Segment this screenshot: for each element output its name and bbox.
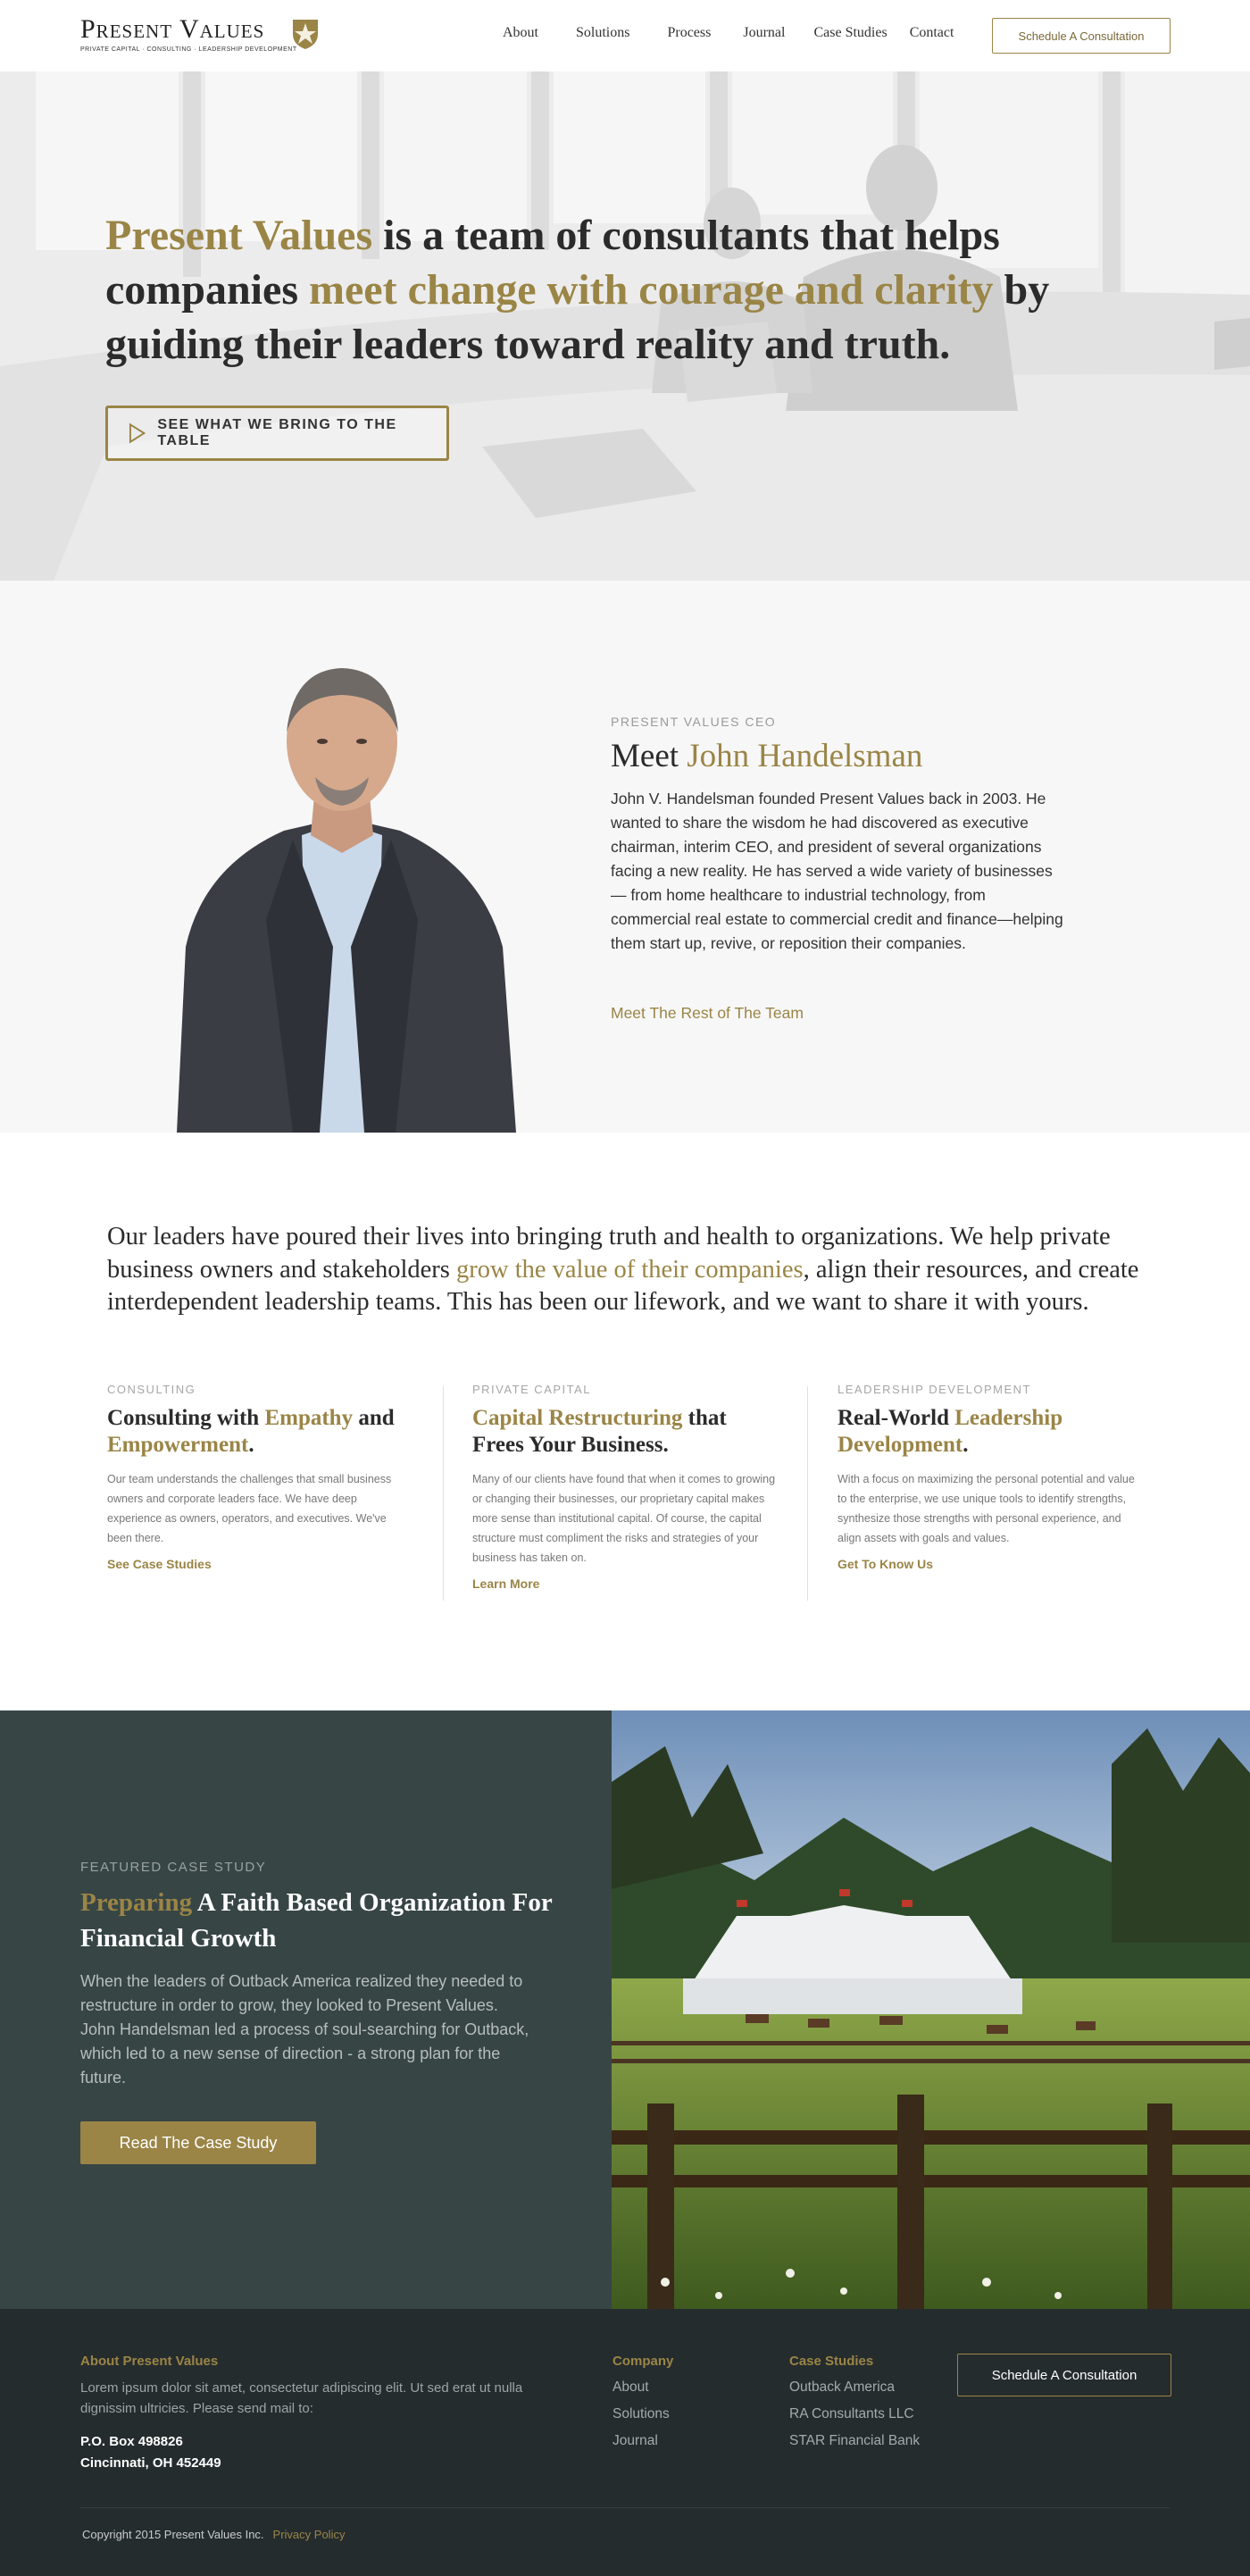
- ceo-title: Meet John Handelsman: [611, 737, 922, 775]
- main-nav: About Solutions Process Journal Case Stu…: [500, 25, 954, 41]
- footer-link-journal[interactable]: Journal: [612, 2433, 673, 2449]
- footer-address: P.O. Box 498826 Cincinnati, OH 452449: [80, 2431, 527, 2474]
- hero-headline: Present Values is a team of consultants …: [105, 208, 1132, 372]
- service-title-text: .: [962, 1433, 969, 1457]
- ceo-bio: John V. Handelsman founded Present Value…: [611, 790, 1063, 952]
- footer-link-outback-america[interactable]: Outback America: [789, 2379, 920, 2396]
- footer-company: Company About Solutions Journal: [612, 2354, 673, 2449]
- service-eyebrow: PRIVATE CAPITAL: [472, 1383, 592, 1396]
- case-study-body: When the leaders of Outback America real…: [80, 1972, 529, 2087]
- learn-more-link[interactable]: Learn More: [472, 1577, 776, 1591]
- service-eyebrow: LEADERSHIP DEVELOPMENT: [838, 1383, 1031, 1396]
- nav-contact[interactable]: Contact: [910, 25, 954, 41]
- footer-cases-heading: Case Studies: [789, 2354, 874, 2369]
- ceo-eyebrow: PRESENT VALUES CEO: [611, 715, 777, 729]
- ceo-name: John Handelsman: [687, 738, 923, 774]
- logo-tagline: PRIVATE CAPITAL · CONSULTING · LEADERSHI…: [80, 46, 297, 53]
- hero-section: Present Values is a team of consultants …: [0, 71, 1250, 581]
- ceo-portrait-image: [177, 668, 516, 1133]
- mission-section: Our leaders have poured their lives into…: [0, 1133, 1250, 1710]
- footer-address-line1: P.O. Box 498826: [80, 2434, 183, 2449]
- site-footer: About Present Values Lorem ipsum dolor s…: [0, 2309, 1250, 2576]
- footer-schedule-consultation-button[interactable]: Schedule A Consultation: [957, 2354, 1171, 2396]
- column-divider: [807, 1386, 808, 1601]
- service-title-highlight: Empowerment: [107, 1433, 249, 1457]
- footer-divider: [80, 2507, 1170, 2508]
- mission-intro-highlight: grow the value of their companies: [456, 1255, 804, 1284]
- ceo-title-prefix: Meet: [611, 738, 688, 774]
- nav-journal[interactable]: Journal: [743, 25, 785, 41]
- hero-brand-highlight: Present Values: [105, 212, 373, 259]
- case-study-eyebrow: FEATURED CASE STUDY: [80, 1860, 267, 1875]
- copyright-text: Copyright 2015 Present Values Inc.: [82, 2528, 264, 2541]
- service-title-highlight: Capital Restructuring: [472, 1406, 683, 1430]
- nav-about[interactable]: About: [503, 25, 538, 41]
- footer-link-star-financial[interactable]: STAR Financial Bank: [789, 2433, 920, 2449]
- service-column-private-capital: PRIVATE CAPITAL Capital Restructuring th…: [472, 1383, 776, 1591]
- footer-copyright-bar: Copyright 2015 Present Values Inc. Privac…: [82, 2528, 345, 2541]
- service-title-text: and: [353, 1406, 395, 1430]
- service-title-text: .: [248, 1433, 254, 1457]
- footer-link-about[interactable]: About: [612, 2379, 673, 2396]
- footer-about-text: Lorem ipsum dolor sit amet, consectetur …: [80, 2380, 523, 2416]
- see-case-studies-link[interactable]: See Case Studies: [107, 1557, 411, 1571]
- footer-link-solutions[interactable]: Solutions: [612, 2406, 673, 2422]
- see-what-we-bring-button[interactable]: SEE WHAT WE BRING TO THE TABLE: [105, 406, 449, 461]
- service-eyebrow: CONSULTING: [107, 1383, 196, 1396]
- nav-process[interactable]: Process: [667, 25, 711, 41]
- see-what-we-bring-label: SEE WHAT WE BRING TO THE TABLE: [157, 417, 397, 448]
- service-body: Our team understands the challenges that…: [107, 1473, 392, 1544]
- service-column-leadership: LEADERSHIP DEVELOPMENT Real-World Leader…: [838, 1383, 1141, 1571]
- mission-intro: Our leaders have poured their lives into…: [107, 1221, 1152, 1319]
- service-title-text: Real-World: [838, 1406, 955, 1430]
- footer-about: About Present Values Lorem ipsum dolor s…: [80, 2354, 527, 2474]
- schedule-consultation-button[interactable]: Schedule A Consultation: [992, 18, 1171, 54]
- play-icon: [129, 422, 146, 444]
- logo-name: Present Values: [80, 14, 265, 44]
- tent-field-photo: [612, 1710, 1250, 2309]
- star-shield-icon: [293, 20, 318, 49]
- service-title-text: Consulting with: [107, 1406, 265, 1430]
- meet-team-link[interactable]: Meet The Rest of The Team: [611, 1004, 804, 1023]
- nav-case-studies[interactable]: Case Studies: [813, 25, 887, 41]
- site-header: Present Values PRIVATE CAPITAL · CONSULT…: [0, 0, 1250, 71]
- case-study-image: [612, 1710, 1250, 2309]
- service-title: Capital Restructuring that Frees Your Bu…: [472, 1405, 776, 1459]
- hero-headline-highlight: meet change with courage and clarity: [309, 266, 994, 314]
- read-case-study-button[interactable]: Read The Case Study: [80, 2121, 316, 2164]
- nav-solutions[interactable]: Solutions: [576, 25, 629, 41]
- footer-link-ra-consultants[interactable]: RA Consultants LLC: [789, 2406, 920, 2422]
- service-title: Real-World Leadership Development.: [838, 1405, 1141, 1459]
- footer-about-heading: About Present Values: [80, 2354, 219, 2369]
- logo[interactable]: Present Values PRIVATE CAPITAL · CONSULT…: [80, 16, 321, 55]
- footer-address-line2: Cincinnati, OH 452449: [80, 2455, 221, 2471]
- service-body: Many of our clients have found that when…: [472, 1473, 776, 1564]
- privacy-policy-link[interactable]: Privacy Policy: [273, 2528, 346, 2541]
- footer-company-heading: Company: [612, 2354, 674, 2369]
- service-body: With a focus on maximizing the personal …: [838, 1473, 1135, 1544]
- ceo-section: PRESENT VALUES CEO Meet John Handelsman …: [0, 581, 1250, 1133]
- footer-case-studies: Case Studies Outback America RA Consulta…: [789, 2354, 920, 2449]
- get-to-know-us-link[interactable]: Get To Know Us: [838, 1557, 1141, 1571]
- case-study-title-highlight: Preparing: [80, 1888, 193, 1917]
- service-column-consulting: CONSULTING Consulting with Empathy and E…: [107, 1383, 411, 1571]
- case-study-panel: FEATURED CASE STUDY Preparing A Faith Ba…: [0, 1710, 612, 2309]
- service-title-highlight: Empathy: [264, 1406, 354, 1430]
- service-title: Consulting with Empathy and Empowerment.: [107, 1405, 411, 1459]
- case-study-title: Preparing A Faith Based Organization For…: [80, 1885, 562, 1956]
- column-divider: [443, 1386, 444, 1601]
- featured-case-study: FEATURED CASE STUDY Preparing A Faith Ba…: [0, 1710, 1250, 2309]
